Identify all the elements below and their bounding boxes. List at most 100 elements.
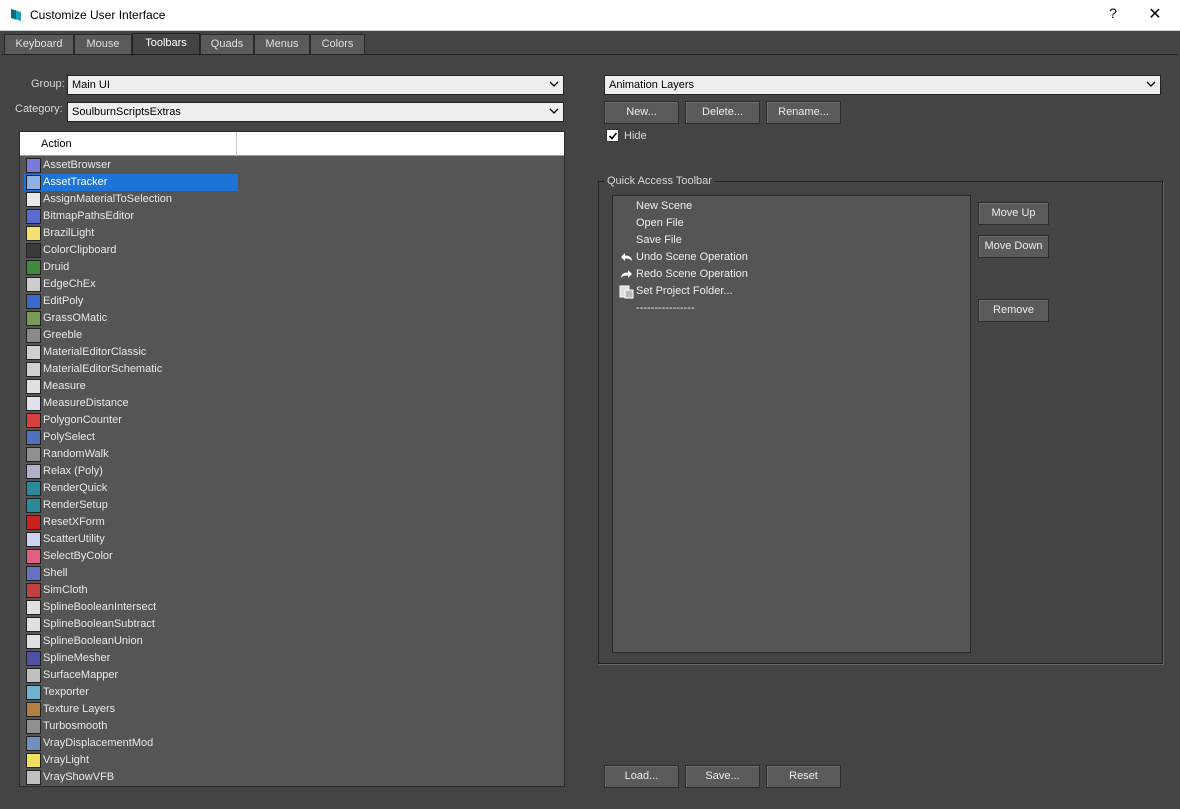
action-icon [26, 702, 41, 717]
help-button[interactable]: ? [1103, 5, 1123, 21]
quick-access-list[interactable]: New Scene Open File Save File Undo Scene… [612, 195, 971, 653]
action-label: EdgeChEx [43, 278, 96, 290]
list-item[interactable]: EdgeChEx [24, 276, 238, 293]
tab-mouse[interactable]: Mouse [74, 34, 132, 55]
list-item[interactable]: PolySelect [24, 429, 238, 446]
list-item[interactable]: VrayLight [24, 752, 238, 769]
action-icon [26, 515, 41, 530]
list-item[interactable]: SimCloth [24, 582, 238, 599]
list-item[interactable]: ScatterUtility [24, 531, 238, 548]
action-label: SimCloth [43, 584, 88, 596]
list-item[interactable]: SplineBooleanSubtract [24, 616, 238, 633]
list-item[interactable]: SelectByColor [24, 548, 238, 565]
redo-icon [621, 270, 632, 278]
app-icon [11, 9, 21, 21]
action-column-header[interactable]: Action [41, 138, 72, 150]
action-label: BitmapPathsEditor [43, 210, 135, 222]
list-item[interactable]: MaterialEditorClassic [24, 344, 238, 361]
action-label: RenderSetup [43, 499, 108, 511]
list-item[interactable]: AssignMaterialToSelection [24, 191, 238, 208]
list-item[interactable]: Greeble [24, 327, 238, 344]
reset-button[interactable]: Reset [766, 765, 841, 788]
delete-button[interactable]: Delete... [685, 101, 760, 124]
action-icon [26, 600, 41, 615]
toolbar-dropdown[interactable]: Animation Layers [604, 75, 1161, 95]
action-icon [26, 311, 41, 326]
action-label: Shell [43, 567, 68, 579]
action-icon [26, 668, 41, 683]
tab-menus[interactable]: Menus [254, 34, 310, 55]
remove-button[interactable]: Remove [978, 299, 1049, 322]
list-item[interactable]: BitmapPathsEditor [24, 208, 238, 225]
action-label: ResetXForm [43, 516, 105, 528]
list-item[interactable]: MeasureDistance [24, 395, 238, 412]
action-label: RandomWalk [43, 448, 109, 460]
action-label: ScatterUtility [43, 533, 105, 545]
list-item[interactable]: Druid [24, 259, 238, 276]
list-item[interactable]: VrayDisplacementMod [24, 735, 238, 752]
tab-quads[interactable]: Quads [200, 34, 254, 55]
list-item[interactable]: AssetTracker [24, 174, 238, 191]
tab-keyboard[interactable]: Keyboard [4, 34, 74, 55]
undo-icon [621, 253, 632, 261]
tab-colors[interactable]: Colors [310, 34, 365, 55]
save-button[interactable]: Save... [685, 765, 760, 788]
list-item[interactable]: AssetBrowser [24, 157, 238, 174]
category-label: Category: [15, 103, 63, 115]
group-dropdown[interactable]: Main UI [67, 75, 564, 95]
hide-checkbox[interactable] [606, 129, 619, 142]
action-label: AssignMaterialToSelection [43, 193, 173, 205]
action-label: SplineBooleanUnion [43, 635, 143, 647]
action-icon [26, 634, 41, 649]
new-button[interactable]: New... [604, 101, 679, 124]
list-item[interactable]: RandomWalk [24, 446, 238, 463]
window-title: Customize User Interface [30, 8, 166, 22]
list-item[interactable]: GrassOMatic [24, 310, 238, 327]
action-icon [26, 685, 41, 700]
column-separator[interactable] [236, 132, 237, 156]
list-item[interactable]: Texporter [24, 684, 238, 701]
quick-access-title: Quick Access Toolbar [604, 175, 715, 187]
load-button[interactable]: Load... [604, 765, 679, 788]
list-item[interactable]: ColorClipboard [24, 242, 238, 259]
list-item[interactable]: SplineBooleanIntersect [24, 599, 238, 616]
list-item[interactable]: RenderSetup [24, 497, 238, 514]
action-label: AssetTracker [43, 176, 108, 188]
tab-content-border [2, 54, 1178, 55]
action-icon [26, 192, 41, 207]
move-up-button[interactable]: Move Up [978, 202, 1049, 225]
list-item[interactable]: Shell [24, 565, 238, 582]
list-item[interactable]: VrayShowVFB [24, 769, 238, 786]
action-icon [26, 770, 41, 785]
list-item[interactable]: Relax (Poly) [24, 463, 238, 480]
list-item[interactable]: ResetXForm [24, 514, 238, 531]
action-label: Relax (Poly) [43, 465, 103, 477]
list-item[interactable]: Turbosmooth [24, 718, 238, 735]
chevron-down-icon [549, 108, 559, 114]
category-dropdown[interactable]: SoulburnScriptsExtras [67, 102, 564, 122]
list-item[interactable]: SurfaceMapper [24, 667, 238, 684]
close-button[interactable]: ✕ [1145, 4, 1165, 24]
action-list[interactable]: Action AssetBrowser AssetTracker AssignMat… [19, 131, 565, 787]
action-label: Druid [43, 261, 70, 273]
action-label: MaterialEditorSchematic [43, 363, 163, 375]
list-item[interactable]: EditPoly [24, 293, 238, 310]
list-header: Action [20, 132, 564, 156]
action-icon [26, 345, 41, 360]
action-label: VrayShowVFB [43, 771, 115, 783]
action-icon [26, 158, 41, 173]
list-item[interactable]: Texture Layers [24, 701, 238, 718]
action-icon [26, 549, 41, 564]
move-down-button[interactable]: Move Down [978, 235, 1049, 258]
list-item[interactable]: RenderQuick [24, 480, 238, 497]
action-label: Texporter [43, 686, 89, 698]
action-label: PolygonCounter [43, 414, 122, 426]
list-item[interactable]: BrazilLight [24, 225, 238, 242]
list-item[interactable]: Measure [24, 378, 238, 395]
tab-toolbars[interactable]: Toolbars [132, 33, 200, 56]
rename-button[interactable]: Rename... [766, 101, 841, 124]
list-item[interactable]: PolygonCounter [24, 412, 238, 429]
list-item[interactable]: SplineBooleanUnion [24, 633, 238, 650]
list-item[interactable]: SplineMesher [24, 650, 238, 667]
list-item[interactable]: MaterialEditorSchematic [24, 361, 238, 378]
